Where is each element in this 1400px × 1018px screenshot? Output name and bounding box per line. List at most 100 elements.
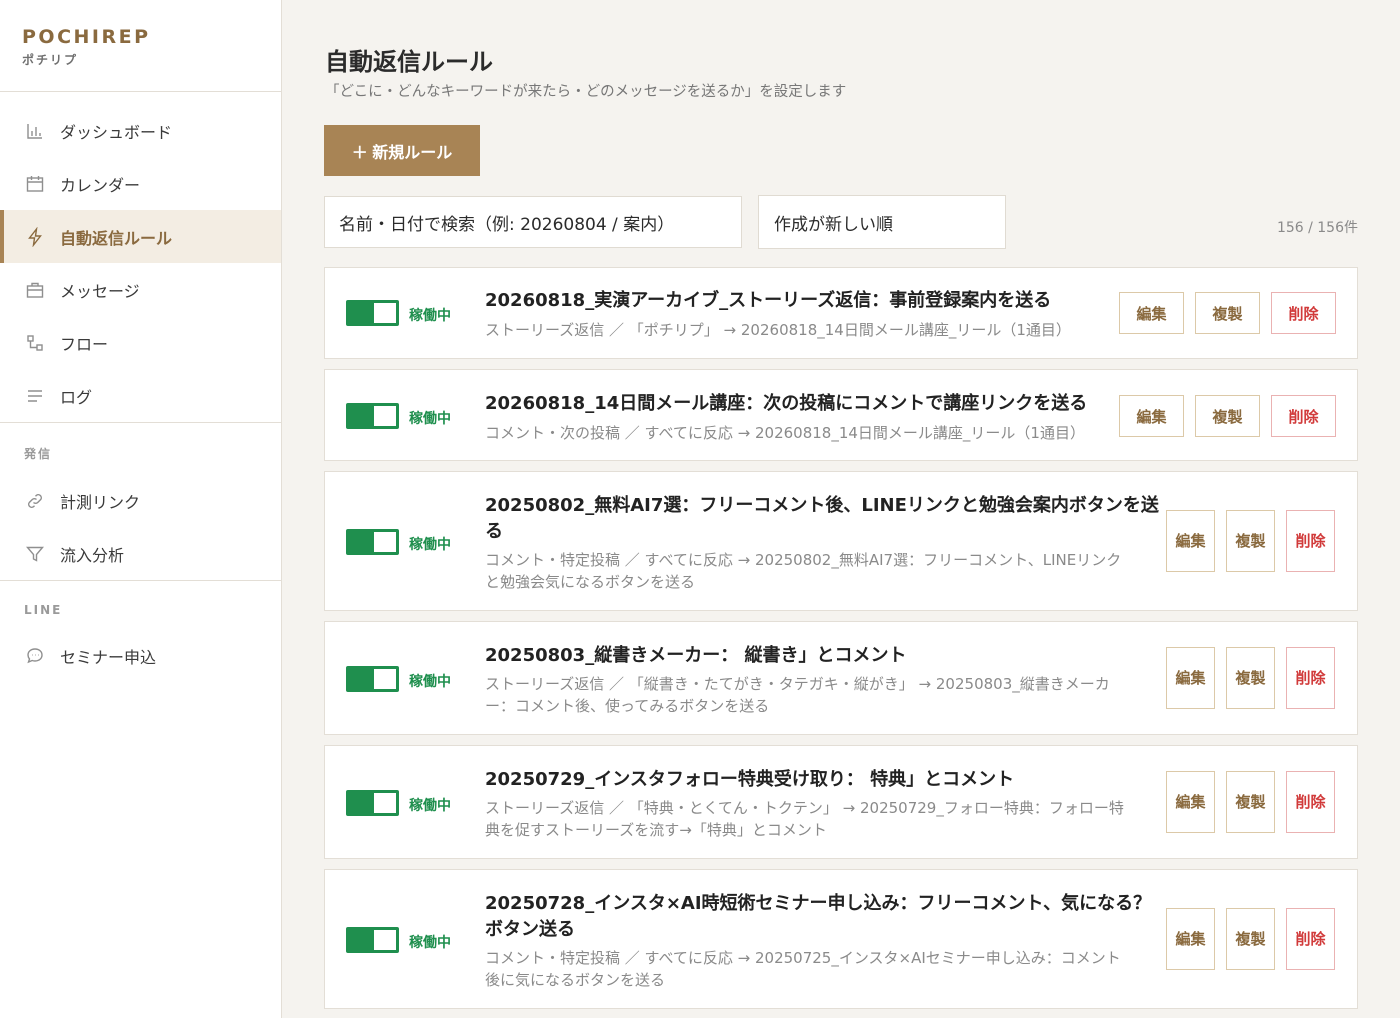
duplicate-button-label: 製: [1250, 532, 1266, 550]
duplicate-button-label: 製: [1250, 669, 1266, 687]
brand-name: POCHIREP: [22, 26, 151, 48]
brand: POCHIREP ポチリプ: [0, 0, 281, 92]
duplicate-button[interactable]: 複製: [1226, 510, 1275, 572]
duplicate-button[interactable]: 複製: [1226, 771, 1275, 833]
sidebar-item-label: セミナー申込: [60, 647, 157, 667]
sidebar-item-label: カレンダー: [60, 175, 141, 195]
status-label: 稼働中: [409, 308, 451, 324]
delete-button-label: 除: [1310, 532, 1326, 550]
delete-button[interactable]: 削除: [1271, 395, 1336, 437]
rule-title-line: る: [485, 521, 503, 542]
chat-icon: [24, 645, 46, 667]
delete-button[interactable]: 削除: [1286, 771, 1335, 833]
rule-description-line: と勉強会気になるボタンを送る: [485, 573, 696, 591]
duplicate-button-label: 複: [1235, 793, 1251, 811]
edit-button-label: 編: [1175, 532, 1191, 550]
delete-button[interactable]: 削除: [1271, 292, 1336, 334]
delete-button-label: 除: [1310, 930, 1326, 948]
page-subtitle: 「どこに・どんなキーワードが来たら・どのメッセージを送るか」を設定します: [325, 84, 847, 100]
duplicate-button[interactable]: 複製: [1226, 647, 1275, 709]
sidebar-item-auto-reply-rules[interactable]: 自動返信ルール: [0, 210, 281, 263]
sidebar-item-calendar[interactable]: カレンダー: [0, 157, 281, 210]
sidebar-item-label: メッセージ: [60, 281, 140, 301]
sidebar-item-traffic-analysis[interactable]: 流入分析: [0, 527, 281, 580]
duplicate-button-label: 複: [1235, 669, 1251, 687]
main-content: 自動返信ルール 「どこに・どんなキーワードが来たら・どのメッセージを送るか」を設…: [282, 0, 1400, 1018]
rule-card: 稼働中 20250803_縦書きメーカー： 縦書き」とコメント ストーリーズ返信…: [324, 621, 1358, 735]
edit-button[interactable]: 編集: [1166, 908, 1215, 970]
rule-description-line: コメント・特定投稿 ／ すべてに反応 → 20250802_無料AI7選：フリー…: [485, 551, 1122, 569]
sidebar-item-label: ダッシュボード: [60, 122, 173, 142]
sidebar-item-seminar-signup[interactable]: セミナー申込: [0, 629, 281, 682]
rule-description-line: ー：コメント後、使ってみるボタンを送る: [485, 697, 770, 715]
sidebar-item-label: ログ: [60, 387, 93, 407]
status-label: 稼働中: [409, 537, 451, 553]
rule-description: ストーリーズ返信 ／ 「ポチリプ」 → 20260818_14日間メール講座_リ…: [485, 321, 1071, 339]
edit-button[interactable]: 編集: [1119, 292, 1184, 334]
sidebar-item-label: 自動返信ルール: [60, 228, 173, 248]
rule-card: 稼働中 20250729_インスタフォロー特典受け取り： 特典」とコメント スト…: [324, 745, 1358, 859]
sidebar-item-log[interactable]: ログ: [0, 369, 281, 422]
duplicate-button-label: 製: [1250, 930, 1266, 948]
active-toggle[interactable]: [346, 529, 399, 555]
edit-button-label: 集: [1190, 793, 1206, 811]
delete-button-label: 削: [1295, 669, 1311, 687]
rule-title: 20250803_縦書きメーカー： 縦書き」とコメント: [485, 645, 907, 666]
rule-description-line: 典を促すストーリーズを流す→「特典」とコメント: [485, 821, 827, 839]
edit-button[interactable]: 編集: [1166, 647, 1215, 709]
sort-select[interactable]: 作成が新しい順: [758, 195, 1006, 249]
delete-button[interactable]: 削除: [1286, 908, 1335, 970]
rule-card: 稼働中 20260818_実演アーカイブ_ストーリーズ返信：事前登録案内を送る …: [324, 267, 1358, 359]
rule-title: 20260818_14日間メール講座：次の投稿にコメントで講座リンクを送る: [485, 393, 1088, 414]
sidebar-item-tracking-links[interactable]: 計測リンク: [0, 474, 281, 527]
edit-button-label: 集: [1190, 669, 1206, 687]
delete-button[interactable]: 削除: [1286, 510, 1335, 572]
link-icon: [24, 490, 46, 512]
duplicate-button-label: 製: [1250, 793, 1266, 811]
edit-button-label: 編: [1175, 669, 1191, 687]
search-input[interactable]: 名前・日付で検索（例: 20260804 / 案内）: [324, 196, 742, 248]
filter-icon: [24, 543, 46, 565]
sidebar-item-messages[interactable]: メッセージ: [0, 263, 281, 316]
edit-button-label: 集: [1190, 930, 1206, 948]
sidebar-item-label: 計測リンク: [60, 492, 141, 512]
rule-description-line: 後に気になるボタンを送る: [485, 971, 666, 989]
delete-button[interactable]: 削除: [1286, 647, 1335, 709]
duplicate-button[interactable]: 複製: [1195, 292, 1260, 334]
sidebar-item-label: 流入分析: [60, 545, 125, 565]
new-rule-button[interactable]: ＋ 新規ルール: [324, 125, 480, 176]
edit-button[interactable]: 編集: [1119, 395, 1184, 437]
section-label-send: 発信: [24, 447, 53, 461]
duplicate-button[interactable]: 複製: [1195, 395, 1260, 437]
rule-title-line: 20250728_インスタ×AI時短術セミナー申し込み：フリーコメント、気になる…: [485, 893, 1152, 914]
calendar-icon: [24, 173, 46, 195]
rule-description: コメント・特定投稿 ／ すべてに反応 → 20250802_無料AI7選：フリー…: [485, 549, 1121, 593]
rule-description-line: ストーリーズ返信 ／ 「縦書き・たてがき・タテガキ・縦がき」 → 2025080…: [485, 675, 1110, 693]
active-toggle[interactable]: [346, 300, 399, 326]
active-toggle[interactable]: [346, 666, 399, 692]
duplicate-button[interactable]: 複製: [1226, 908, 1275, 970]
duplicate-button-label: 複: [1235, 930, 1251, 948]
result-count: 156 / 156件: [1276, 220, 1358, 236]
rule-title-line: ボタン送る: [485, 919, 575, 940]
briefcase-icon: [24, 279, 46, 301]
active-toggle[interactable]: [346, 927, 399, 953]
rule-card: 稼働中 20250728_インスタ×AI時短術セミナー申し込み：フリーコメント、…: [324, 869, 1358, 1009]
delete-button-label: 除: [1310, 793, 1326, 811]
rule-description: コメント・次の投稿 ／ すべてに反応 → 20260818_14日間メール講座_…: [485, 424, 1085, 442]
status-label: 稼働中: [409, 935, 451, 951]
active-toggle[interactable]: [346, 403, 399, 429]
duplicate-button-label: 複: [1235, 532, 1251, 550]
edit-button[interactable]: 編集: [1166, 771, 1215, 833]
sidebar-item-dashboard[interactable]: ダッシュボード: [0, 104, 281, 157]
edit-button-label: 編: [1175, 793, 1191, 811]
rule-description-line: ストーリーズ返信 ／ 「特典・とくてん・トクテン」 → 20250729_フォロ…: [485, 799, 1124, 817]
sidebar-item-flow[interactable]: フロー: [0, 316, 281, 369]
rule-description: ストーリーズ返信 ／ 「縦書き・たてがき・タテガキ・縦がき」 → 2025080…: [485, 673, 1110, 717]
active-toggle[interactable]: [346, 790, 399, 816]
edit-button[interactable]: 編集: [1166, 510, 1215, 572]
flow-icon: [24, 332, 46, 354]
delete-button-label: 削: [1295, 532, 1311, 550]
list-icon: [24, 385, 46, 407]
rule-title: 20260818_実演アーカイブ_ストーリーズ返信：事前登録案内を送る: [485, 290, 1052, 311]
